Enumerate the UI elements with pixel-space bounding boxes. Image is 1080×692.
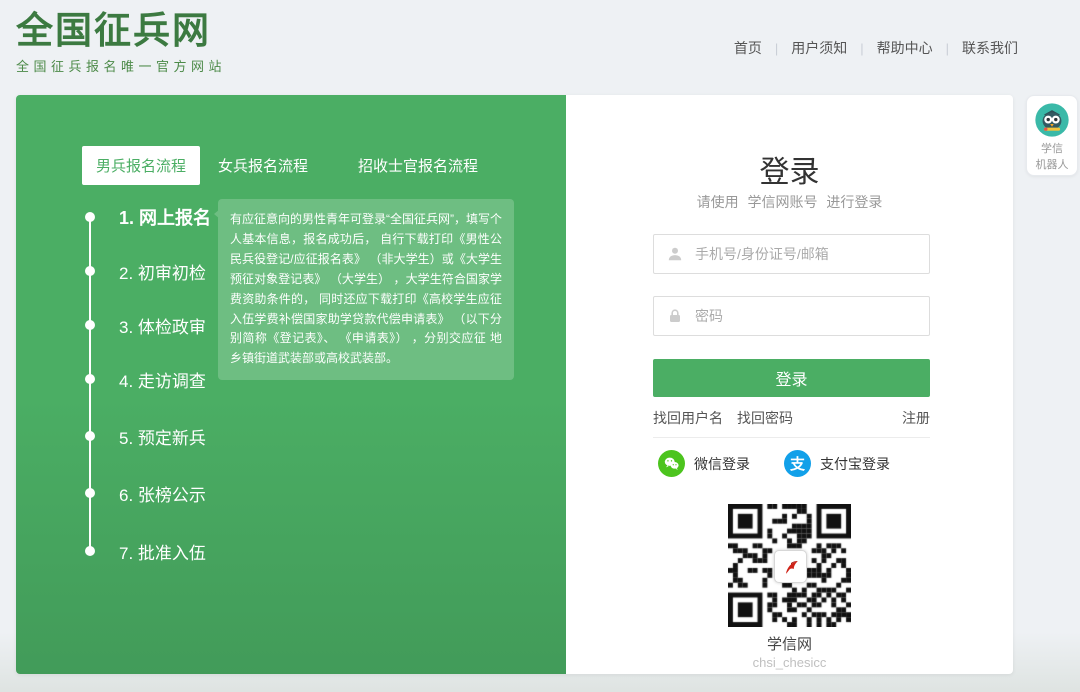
username-field[interactable]: [653, 234, 930, 274]
username-input[interactable]: [693, 245, 929, 263]
login-title: 登录: [566, 147, 1013, 191]
qr-center-logo: [774, 550, 807, 583]
chsi-robot-widget[interactable]: 学信 机器人: [1026, 95, 1078, 176]
page-root: 全国征兵网 全国征兵报名唯一官方网站 首页 | 用户须知 | 帮助中心 | 联系我们 男兵报…: [0, 0, 1080, 692]
chsi-bird-icon: [780, 556, 802, 578]
robot-mascot-icon: [1034, 102, 1070, 138]
login-panel: 登录 请使用 学信网账号 进行登录 登录: [566, 95, 1013, 674]
form-divider: [653, 437, 930, 438]
step1-tooltip: 有应征意向的男性青年可登录“全国征兵网”，填写个人基本信息，报名成功后， 自行下…: [218, 199, 514, 380]
find-username-link[interactable]: 找回用户名: [653, 408, 723, 428]
nav-item-1[interactable]: 用户须知: [791, 38, 847, 58]
alipay-login-button[interactable]: 支支付宝登录: [784, 450, 890, 477]
step-label: 1. 网上报名: [119, 204, 211, 230]
site-logo-subtitle: 全国征兵报名唯一官方网站: [16, 56, 226, 75]
step-label: 7. 批准入伍: [119, 539, 206, 564]
social-label: 支付宝登录: [820, 454, 890, 474]
password-input[interactable]: [693, 307, 929, 325]
flow-tab-2[interactable]: 招收士官报名流程: [344, 146, 492, 185]
header: 全国征兵网 全国征兵报名唯一官方网站 首页 | 用户须知 | 帮助中心 | 联系我们: [0, 0, 1080, 95]
nav-separator: |: [946, 41, 949, 56]
step-dot: [85, 488, 95, 498]
step-label: 4. 走访调查: [119, 367, 206, 392]
wechat-login-button[interactable]: 微信登录: [658, 450, 750, 477]
nav-separator: |: [775, 41, 778, 56]
flow-tab-0[interactable]: 男兵报名流程: [82, 146, 200, 185]
social-login-row: 微信登录 支支付宝登录: [658, 450, 924, 477]
flow-step-4: 4. 走访调查: [82, 367, 206, 391]
step-dot: [85, 212, 95, 222]
flow-tab-1[interactable]: 女兵报名流程: [204, 146, 322, 185]
robot-widget-label: 学信 机器人: [1036, 141, 1069, 173]
flow-step-6: 6. 张榜公示: [82, 481, 206, 505]
nav-separator: |: [860, 41, 863, 56]
lock-icon: [667, 308, 683, 324]
password-field[interactable]: [653, 296, 930, 336]
qr-caption: 学信网: [566, 633, 1013, 654]
login-qr-code: [728, 504, 851, 627]
step-label: 5. 预定新兵: [119, 424, 206, 449]
step-dot: [85, 266, 95, 276]
login-subtitle: 请使用 学信网账号 进行登录: [566, 192, 1013, 212]
login-subtitle-account: 学信网账号: [748, 194, 818, 210]
flow-step-2: 2. 初审初检: [82, 259, 206, 283]
step-dot: [85, 320, 95, 330]
register-link[interactable]: 注册: [902, 408, 930, 428]
step-label: 6. 张榜公示: [119, 481, 206, 506]
login-button[interactable]: 登录: [653, 359, 930, 397]
main-card: 男兵报名流程女兵报名流程招收士官报名流程 1. 网上报名 2. 初审初检 3. 体检…: [16, 95, 1013, 674]
step-label: 2. 初审初检: [119, 259, 206, 284]
enlist-flow-panel: 男兵报名流程女兵报名流程招收士官报名流程 1. 网上报名 2. 初审初检 3. 体检…: [16, 95, 566, 674]
nav-item-2[interactable]: 帮助中心: [877, 38, 933, 58]
qr-subcaption: chsi_chesicc: [566, 655, 1013, 670]
user-icon: [667, 246, 683, 262]
flow-step-3: 3. 体检政审: [82, 313, 206, 337]
nav-item-0[interactable]: 首页: [734, 38, 762, 58]
site-logo-title: 全国征兵网: [16, 11, 226, 51]
step-dot: [85, 374, 95, 384]
login-subtitle-prefix: 请使用: [697, 194, 739, 210]
nav-item-3[interactable]: 联系我们: [962, 38, 1018, 58]
account-links-row: 找回用户名 找回密码 注册: [653, 408, 930, 428]
flow-step-1: 1. 网上报名: [82, 205, 211, 229]
step-dot: [85, 546, 95, 556]
flow-step-7: 7. 批准入伍: [82, 539, 206, 563]
alipay-icon: 支: [784, 450, 811, 477]
flow-step-5: 5. 预定新兵: [82, 424, 206, 448]
step-label: 3. 体检政审: [119, 313, 206, 338]
site-logo[interactable]: 全国征兵网 全国征兵报名唯一官方网站: [16, 11, 226, 75]
flow-tabs: 男兵报名流程女兵报名流程招收士官报名流程: [82, 146, 492, 185]
find-password-link[interactable]: 找回密码: [737, 408, 793, 428]
top-nav: 首页 | 用户须知 | 帮助中心 | 联系我们: [734, 38, 1018, 58]
login-subtitle-suffix: 进行登录: [826, 194, 882, 210]
step-dot: [85, 431, 95, 441]
wechat-icon: [658, 450, 685, 477]
social-label: 微信登录: [694, 454, 750, 474]
